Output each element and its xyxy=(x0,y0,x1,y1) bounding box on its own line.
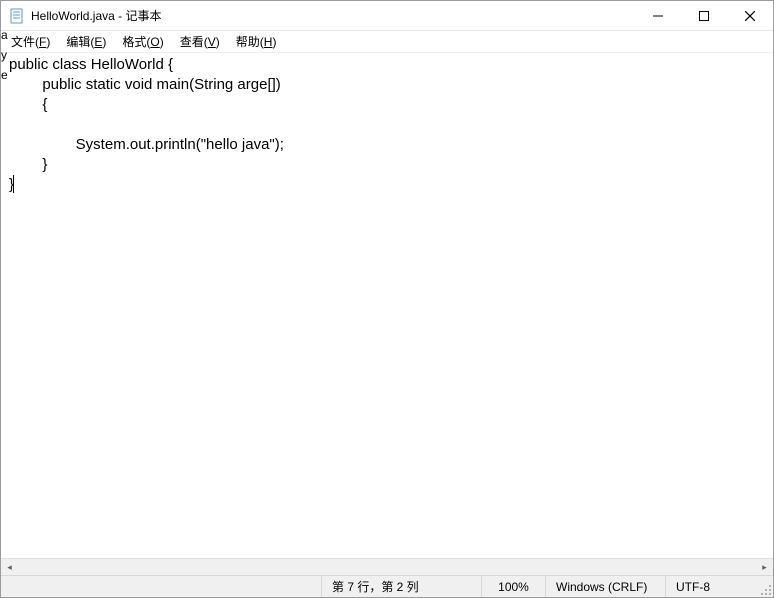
titlebar: HelloWorld.java - 记事本 xyxy=(1,1,773,31)
status-spacer xyxy=(1,576,321,597)
text-editor[interactable]: public class HelloWorld { public static … xyxy=(1,53,773,558)
status-encoding: UTF-8 xyxy=(665,576,755,597)
statusbar: 第 7 行，第 2 列 100% Windows (CRLF) UTF-8 xyxy=(1,575,773,597)
notepad-window: a y e HelloWorld.java - 记事本 xyxy=(0,0,774,598)
scroll-right-icon[interactable]: ▸ xyxy=(756,559,773,576)
editor-content[interactable]: public class HelloWorld { public static … xyxy=(1,53,773,197)
menu-view[interactable]: 查看(V) xyxy=(172,31,228,52)
text-caret xyxy=(13,175,14,193)
menu-format[interactable]: 格式(O) xyxy=(114,31,171,52)
scroll-track[interactable] xyxy=(18,559,756,576)
app-icon xyxy=(9,8,25,24)
status-zoom: 100% xyxy=(481,576,545,597)
window-title: HelloWorld.java - 记事本 xyxy=(31,7,161,24)
resize-grip-icon[interactable] xyxy=(755,576,773,597)
close-button[interactable] xyxy=(727,1,773,31)
status-eol: Windows (CRLF) xyxy=(545,576,665,597)
horizontal-scrollbar[interactable]: ◂ ▸ xyxy=(1,558,773,575)
minimize-button[interactable] xyxy=(635,1,681,31)
status-position: 第 7 行，第 2 列 xyxy=(321,576,481,597)
menu-help[interactable]: 帮助(H) xyxy=(228,31,285,52)
menubar: 文件(F) 编辑(E) 格式(O) 查看(V) 帮助(H) xyxy=(1,31,773,53)
menu-edit[interactable]: 编辑(E) xyxy=(58,31,114,52)
maximize-button[interactable] xyxy=(681,1,727,31)
scroll-left-icon[interactable]: ◂ xyxy=(1,559,18,576)
menu-file[interactable]: 文件(F) xyxy=(3,31,58,52)
